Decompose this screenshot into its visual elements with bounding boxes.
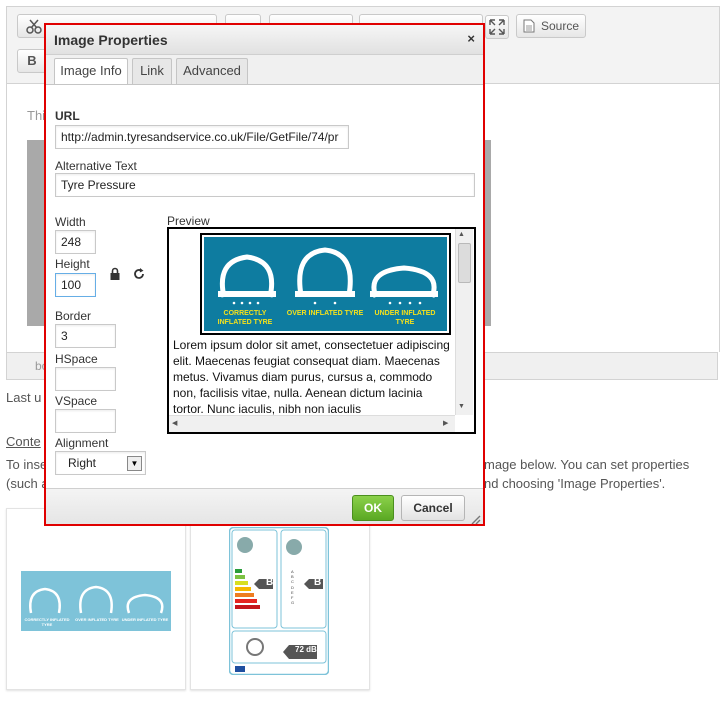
bold-button[interactable]: B <box>17 49 47 73</box>
tyre-label-under: UNDER INFLATED TYRE <box>374 310 436 326</box>
scroll-thumb[interactable] <box>458 243 471 283</box>
preview-image: CORRECTLY INFLATED TYRE OVER INFLATED TY… <box>200 233 451 335</box>
thumb-noise-value: 72 dB <box>295 645 317 654</box>
preview-label: Preview <box>167 214 210 228</box>
preview-pane: CORRECTLY INFLATED TYRE OVER INFLATED TY… <box>167 227 476 434</box>
alt-text-label: Alternative Text <box>55 159 137 173</box>
tyre-pressure-image: CORRECTLY INFLATED TYRE OVER INFLATED TY… <box>204 237 447 331</box>
ok-button[interactable]: OK <box>352 495 394 521</box>
tab-label: Advanced <box>183 63 241 78</box>
thumb-fuel-grade: B <box>266 577 274 588</box>
help-text-right-1: mage below. You can set properties <box>484 457 690 472</box>
tab-label: Link <box>140 63 164 78</box>
dialog-footer: OK Cancel <box>46 488 483 525</box>
content-link[interactable]: Conte <box>6 434 41 449</box>
preview-horizontal-scrollbar[interactable]: ◀ ▶ <box>169 415 455 432</box>
image-thumbnail-tyre-pressure[interactable]: CORRECTLY INFLATED TYRE OVER INFLATED TY… <box>6 508 186 690</box>
height-label: Height <box>55 257 90 271</box>
scroll-down-icon[interactable]: ▼ <box>458 403 465 410</box>
hspace-label: HSpace <box>55 352 98 366</box>
hspace-input[interactable] <box>55 367 116 391</box>
scroll-right-icon[interactable]: ▶ <box>443 419 448 427</box>
help-text-left-2: (such a <box>6 476 49 491</box>
last-updated-text: Last u <box>6 390 42 405</box>
resize-handle-icon[interactable] <box>471 515 481 525</box>
border-label: Border <box>55 309 92 323</box>
alt-text-input[interactable]: Tyre Pressure <box>55 173 475 197</box>
source-icon <box>523 19 535 33</box>
alignment-label: Alignment <box>55 436 109 450</box>
source-button-label: Source <box>541 19 580 33</box>
chevron-down-icon: ▼ <box>127 456 142 471</box>
editor-content-text: Thi <box>27 108 46 123</box>
thumb-wet-grade: B <box>314 577 322 588</box>
close-button[interactable]: × <box>467 31 475 46</box>
tab-label: Image Info <box>60 63 122 78</box>
dialog-title: Image Properties <box>54 32 168 48</box>
scroll-up-icon[interactable]: ▲ <box>458 231 465 238</box>
lock-ratio-icon[interactable] <box>109 267 121 281</box>
tyre-label-correct: CORRECTLY INFLATED TYRE <box>217 310 273 326</box>
thumb-tyre-label-1: CORRECTLY INFLATED TYRE <box>24 617 70 627</box>
tyre-label-over: OVER INFLATED TYRE <box>286 310 364 317</box>
height-input[interactable]: 100 <box>55 273 96 297</box>
help-text-left-1: To inse <box>6 457 48 472</box>
width-input[interactable]: 248 <box>55 230 96 254</box>
preview-vertical-scrollbar[interactable]: ▲ ▼ <box>455 229 473 415</box>
url-label: URL <box>55 109 80 123</box>
maximize-button[interactable] <box>485 15 509 39</box>
thumb-grade-letters: ABCDEFG <box>291 569 295 606</box>
vspace-label: VSpace <box>55 394 98 408</box>
tab-advanced[interactable]: Advanced <box>176 58 248 84</box>
image-thumbnail-tyre-label[interactable]: B B 72 dB ABCDEFG <box>190 508 370 690</box>
maximize-icon <box>489 19 505 35</box>
tab-link[interactable]: Link <box>132 58 172 84</box>
border-input[interactable]: 3 <box>55 324 116 348</box>
cut-icon <box>26 19 42 34</box>
dialog-title-bar[interactable]: Image Properties <box>46 25 483 55</box>
thumb-tyre-label-3: UNDER INFLATED TYRE <box>121 617 169 622</box>
preview-sample-text: Lorem ipsum dolor sit amet, consectetuer… <box>173 338 450 416</box>
thumb-tyre-label-2: OVER INFLATED TYRE <box>75 617 119 622</box>
cancel-button[interactable]: Cancel <box>401 495 465 521</box>
width-label: Width <box>55 215 86 229</box>
vspace-input[interactable] <box>55 409 116 433</box>
scroll-left-icon[interactable]: ◀ <box>172 419 177 427</box>
reset-size-icon[interactable] <box>132 267 146 281</box>
help-text-right-2: nd choosing 'Image Properties'. <box>484 476 666 491</box>
url-input[interactable]: http://admin.tyresandservice.co.uk/File/… <box>55 125 349 149</box>
image-properties-dialog: Image Properties × Image Info Link Advan… <box>44 23 485 526</box>
tab-image-info[interactable]: Image Info <box>54 58 128 86</box>
source-button[interactable]: Source <box>516 14 586 38</box>
alignment-select[interactable]: Right ▼ <box>55 451 146 475</box>
alignment-selected-value: Right <box>68 456 97 470</box>
close-icon: × <box>467 31 475 46</box>
